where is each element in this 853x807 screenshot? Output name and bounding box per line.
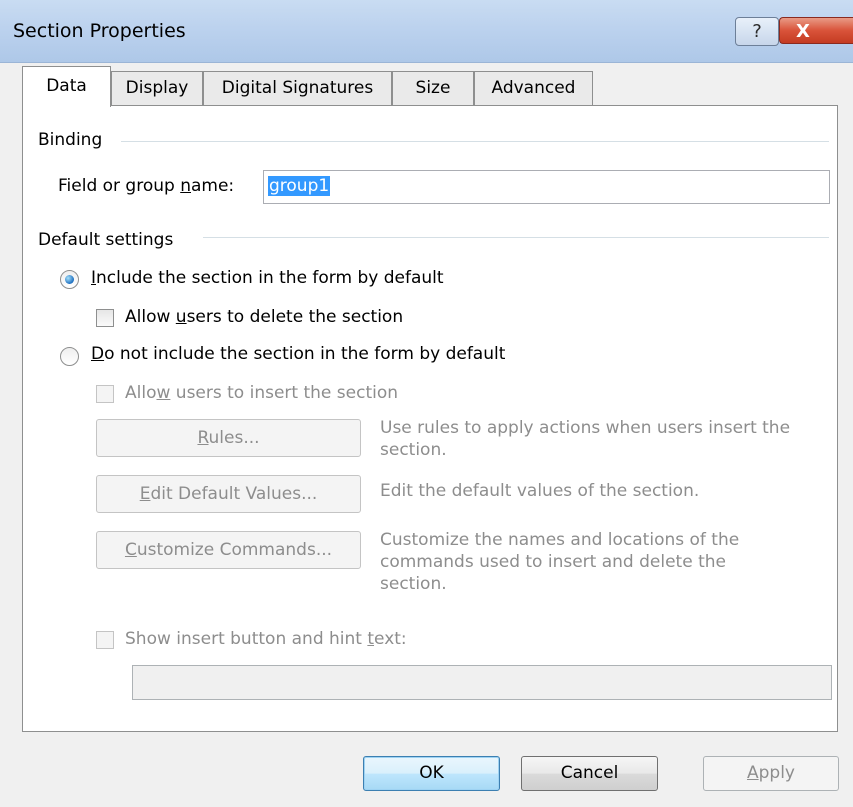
cancel-button[interactable]: Cancel: [521, 756, 658, 791]
binding-group-label: Binding: [38, 130, 103, 150]
allow-delete-label[interactable]: Allow users to delete the section: [125, 307, 403, 327]
window-title: Section Properties: [13, 20, 186, 42]
customize-commands-description: Customize the names and locations of the…: [380, 530, 740, 594]
tab-display[interactable]: Display: [111, 71, 203, 105]
binding-separator: [121, 141, 829, 142]
customize-commands-button[interactable]: Customize Commands...: [96, 531, 361, 569]
allow-insert-label[interactable]: Allow users to insert the section: [125, 383, 398, 403]
show-insert-button-checkbox[interactable]: [96, 631, 114, 649]
allow-delete-checkbox[interactable]: [96, 309, 114, 327]
field-name-value: group1: [268, 176, 331, 196]
edit-default-values-description: Edit the default values of the section.: [380, 481, 700, 501]
ok-button[interactable]: OK: [363, 756, 500, 791]
help-icon: ?: [752, 21, 762, 42]
close-button[interactable]: X: [779, 17, 853, 44]
default-settings-group-label: Default settings: [38, 230, 174, 250]
allow-insert-checkbox[interactable]: [96, 385, 114, 403]
tab-digital-signatures[interactable]: Digital Signatures: [203, 71, 392, 105]
edit-default-values-button[interactable]: Edit Default Values...: [96, 475, 361, 513]
tab-size[interactable]: Size: [392, 71, 474, 105]
not-include-by-default-radio[interactable]: [60, 347, 79, 366]
hint-text-input[interactable]: [132, 665, 832, 700]
title-bar: Section Properties ? X: [0, 0, 853, 63]
radio-selected-dot: [65, 275, 74, 284]
default-settings-separator: [203, 237, 829, 238]
include-by-default-label[interactable]: Include the section in the form by defau…: [91, 268, 444, 288]
rules-button[interactable]: Rules...: [96, 419, 361, 457]
not-include-by-default-label[interactable]: Do not include the section in the form b…: [91, 344, 505, 364]
help-button[interactable]: ?: [735, 17, 779, 46]
show-insert-button-label[interactable]: Show insert button and hint text:: [125, 629, 407, 649]
field-name-label: Field or group name:: [58, 176, 235, 196]
include-by-default-radio[interactable]: [60, 270, 79, 289]
rules-description: Use rules to apply actions when users in…: [380, 418, 791, 460]
apply-button[interactable]: Apply: [703, 756, 839, 791]
tab-advanced[interactable]: Advanced: [474, 71, 593, 105]
tab-data[interactable]: Data: [22, 66, 111, 107]
close-icon: X: [796, 21, 810, 42]
field-name-input[interactable]: group1: [263, 170, 830, 204]
data-tab-panel: Binding Field or group name: group1 Defa…: [22, 105, 838, 732]
